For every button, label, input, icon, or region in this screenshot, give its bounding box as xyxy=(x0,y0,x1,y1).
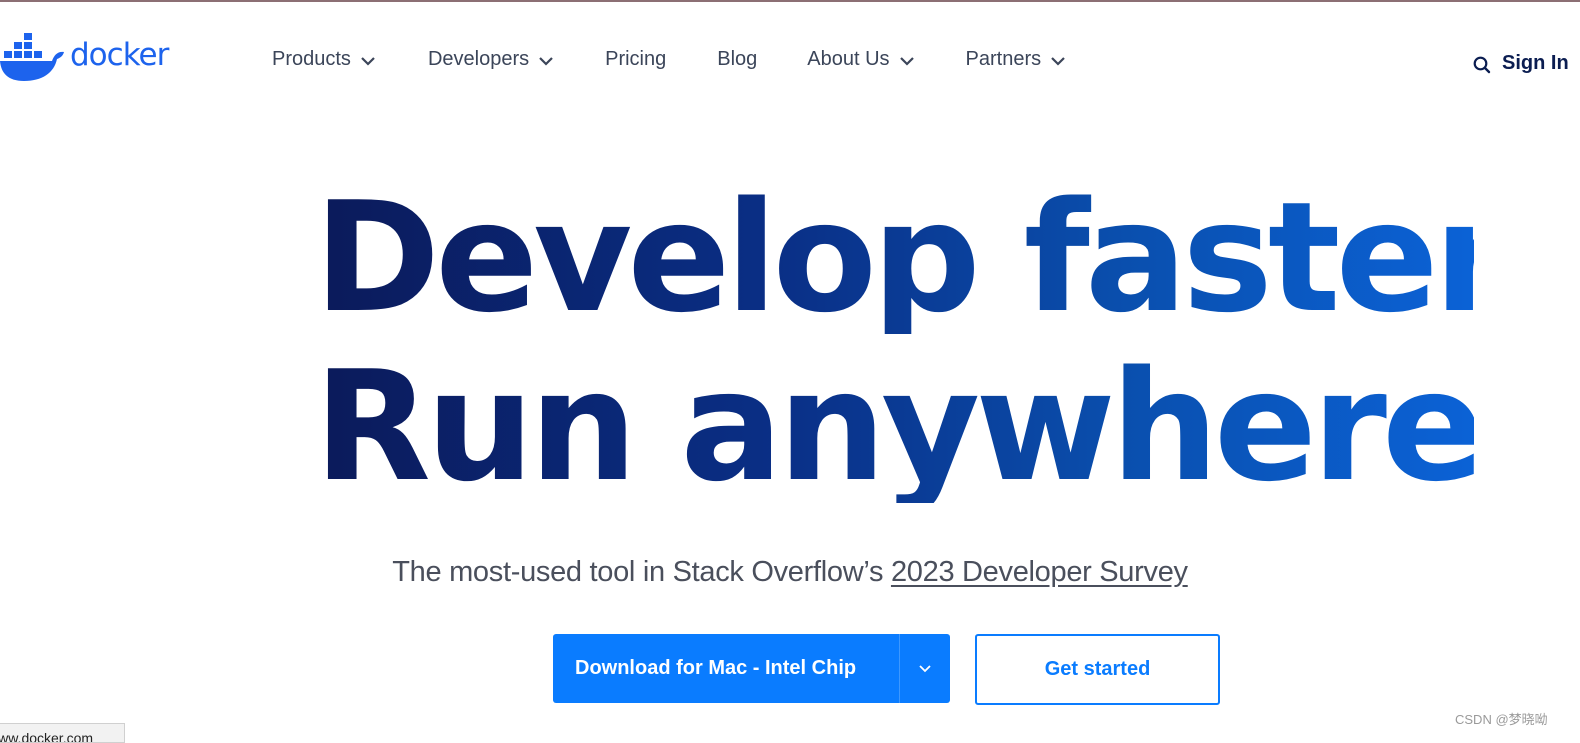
hero-subtitle: The most-used tool in Stack Overflow’s 2… xyxy=(0,556,1580,589)
nav-partners-label: Partners xyxy=(965,48,1042,70)
nav-blog[interactable]: Blog xyxy=(717,48,757,71)
nav-products-label: Products xyxy=(272,48,351,70)
search-icon xyxy=(1473,56,1491,74)
top-border xyxy=(0,0,1580,2)
nav-products[interactable]: Products xyxy=(272,48,376,71)
chevron-down-icon xyxy=(919,665,931,673)
nav-blog-label: Blog xyxy=(717,48,758,70)
get-started-button[interactable]: Get started xyxy=(975,634,1220,705)
hero-headline-line1: Develop faster. xyxy=(314,169,1540,346)
main-nav: Products Developers Pricing Blog About U… xyxy=(272,48,1066,71)
developer-survey-link[interactable]: 2023 Developer Survey xyxy=(891,556,1188,588)
subtitle-text: The most-used tool in Stack Overflow’s xyxy=(392,556,891,588)
hero-headline-line2: Run anywhere. xyxy=(314,338,1538,515)
nav-developers[interactable]: Developers xyxy=(428,48,554,71)
status-url-text: www.docker.com xyxy=(0,730,94,743)
sign-in-link[interactable]: Sign In xyxy=(1502,52,1569,75)
nav-about-us-label: About Us xyxy=(807,48,890,70)
nav-pricing[interactable]: Pricing xyxy=(605,48,666,71)
watermark: CSDN @梦晓呦 xyxy=(1455,712,1548,727)
nav-partners[interactable]: Partners xyxy=(966,48,1067,71)
chevron-down-icon xyxy=(1051,56,1065,66)
logo-wordmark: docker xyxy=(70,37,169,73)
chevron-down-icon xyxy=(539,56,553,66)
download-options-button[interactable] xyxy=(900,634,950,703)
download-split-button: Download for Mac - Intel Chip xyxy=(553,634,950,703)
chevron-down-icon xyxy=(899,56,914,66)
download-button[interactable]: Download for Mac - Intel Chip xyxy=(553,634,899,703)
nav-pricing-label: Pricing xyxy=(605,48,667,70)
status-bar-url: www.docker.com xyxy=(0,723,125,743)
nav-about-us[interactable]: About Us xyxy=(807,48,914,71)
docker-whale-icon xyxy=(0,33,64,81)
search-button[interactable] xyxy=(1472,55,1492,75)
nav-developers-label: Developers xyxy=(427,48,530,70)
chevron-down-icon xyxy=(361,56,375,66)
docker-logo[interactable]: docker xyxy=(0,31,169,83)
